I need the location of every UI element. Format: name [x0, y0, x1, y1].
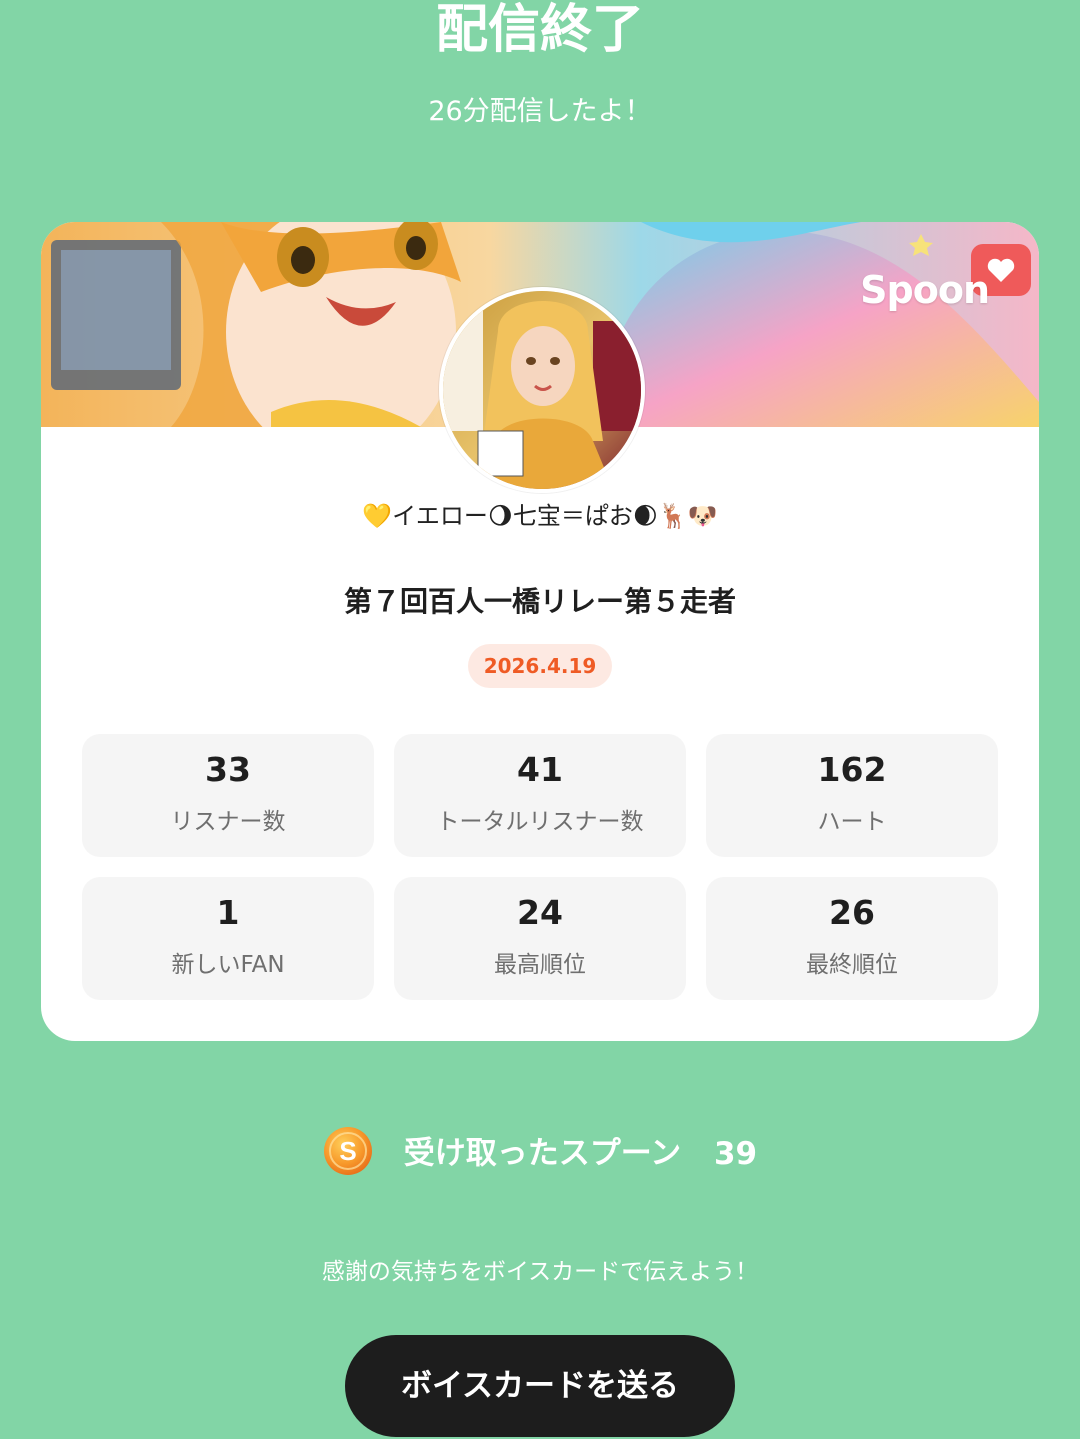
- stat-label: 新しいFAN: [171, 952, 285, 978]
- svg-text:S: S: [339, 1136, 356, 1166]
- avatar: [439, 287, 645, 493]
- stat-value: 162: [817, 750, 887, 789]
- stats-grid: 33 リスナー数 41 トータルリスナー数 162 ハート 1 新しいFAN 2…: [82, 734, 998, 1000]
- broadcast-duration-text: 26分配信したよ！: [428, 96, 652, 127]
- send-voice-card-button[interactable]: ボイスカードを送る: [345, 1335, 735, 1437]
- stat-value: 33: [205, 750, 251, 789]
- stat-new-fans: 1 新しいFAN: [82, 877, 374, 1000]
- stat-label: トータルリスナー数: [436, 809, 644, 835]
- page-title: 配信終了: [435, 0, 644, 60]
- host-name: 💛イエロー🌖七宝＝ぱお🌒🦌🐶: [362, 502, 718, 530]
- voice-card-prompt: 感謝の気持ちをボイスカードで伝えよう！: [321, 1259, 759, 1285]
- stat-label: ハート: [817, 809, 887, 835]
- spoons-label: 受け取ったスプーン: [403, 1135, 682, 1172]
- spoons-count: 39: [713, 1135, 758, 1172]
- broadcast-summary-card: Spoon 💛イエロー🌖七宝＝ぱお🌒🦌🐶 第７回百人一橋リレー第５走者 2026…: [41, 222, 1039, 1041]
- stat-best-rank: 24 最高順位: [394, 877, 686, 1000]
- date-badge: 2026.4.19: [467, 644, 613, 688]
- stat-label: 最終順位: [806, 952, 898, 978]
- stat-value: 1: [216, 893, 240, 932]
- spoon-coin-icon: S: [323, 1126, 373, 1176]
- stat-listeners: 33 リスナー数: [82, 734, 374, 857]
- stat-label: 最高順位: [494, 952, 586, 978]
- received-spoons-row: S 受け取ったスプーン 39: [0, 1124, 1080, 1180]
- broadcast-title: 第７回百人一橋リレー第５走者: [343, 585, 736, 618]
- stat-hearts: 162 ハート: [706, 734, 998, 857]
- spoon-brand-logo: Spoon: [860, 268, 990, 312]
- stat-final-rank: 26 最終順位: [706, 877, 998, 1000]
- stat-value: 41: [517, 750, 563, 789]
- stat-value: 24: [517, 893, 563, 932]
- stat-total-listeners: 41 トータルリスナー数: [394, 734, 686, 857]
- stat-label: リスナー数: [170, 809, 286, 835]
- stat-value: 26: [829, 893, 875, 932]
